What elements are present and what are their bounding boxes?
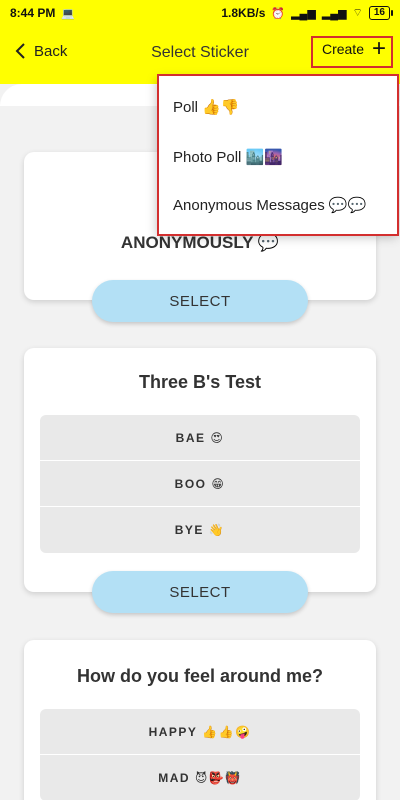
card-title: Three B's Test: [139, 372, 261, 392]
option-item[interactable]: MAD 😈👺👹: [40, 755, 360, 800]
status-bar: 8:44 PM 💻 1.8KB/s ⏰ ▂▄▆ ▂▄▆ ⌔ 16: [0, 0, 400, 26]
signal-icon-2: ▂▄▆: [321, 7, 347, 20]
signal-icon: ▂▄▆: [291, 7, 316, 20]
status-time: 8:44 PM: [10, 6, 56, 20]
sticker-card-feelings[interactable]: How do you feel around me? HAPPY 👍👍🤪 MAD…: [24, 640, 376, 800]
options-list: HAPPY 👍👍🤪 MAD 😈👺👹: [40, 709, 360, 800]
select-button[interactable]: SELECT: [92, 280, 308, 322]
option-item[interactable]: BYE 👋: [40, 507, 360, 553]
battery-indicator: 16: [368, 6, 394, 20]
select-button[interactable]: SELECT: [92, 571, 308, 613]
option-item[interactable]: BAE 😍: [40, 415, 360, 461]
wifi-icon: ⌔: [352, 7, 363, 19]
create-highlight-box: [311, 36, 393, 68]
option-item[interactable]: HAPPY 👍👍🤪: [40, 709, 360, 755]
card-title: How do you feel around me?: [76, 666, 323, 686]
options-list: BAE 😍 BOO 😁 BYE 👋: [40, 415, 360, 553]
laptop-icon: 💻: [61, 7, 76, 20]
menu-highlight-box: [157, 74, 399, 236]
option-item[interactable]: BOO 😁: [40, 461, 360, 507]
alarm-icon: ⏰: [271, 7, 286, 20]
network-speed: 1.8KB/s: [221, 6, 266, 20]
sticker-card-three-bs[interactable]: Three B's Test BAE 😍 BOO 😁 BYE 👋: [24, 348, 376, 592]
